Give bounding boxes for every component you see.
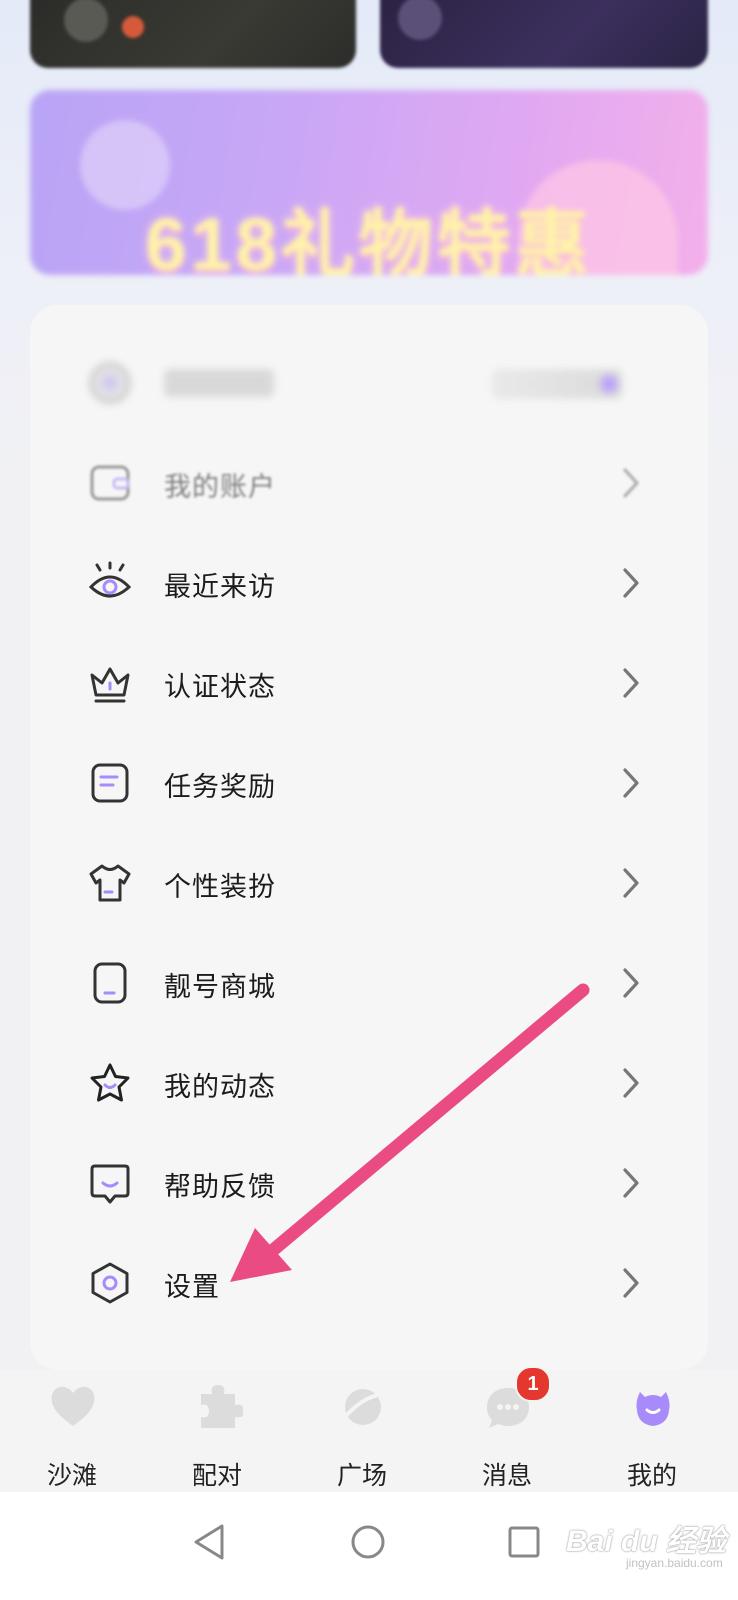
menu-item-label: 最近来访 bbox=[164, 572, 276, 603]
menu-item-help-feedback[interactable]: 帮助反馈 bbox=[30, 1133, 708, 1233]
wallet-icon bbox=[90, 465, 130, 501]
back-icon[interactable] bbox=[182, 1512, 242, 1572]
menu-item-label: 帮助反馈 bbox=[164, 1172, 276, 1203]
chevron-right-icon bbox=[623, 768, 639, 798]
menu-item-task-rewards[interactable]: 任务奖励 bbox=[30, 733, 708, 833]
home-icon[interactable] bbox=[338, 1512, 398, 1572]
menu-item-account[interactable]: 我的账户 bbox=[30, 433, 708, 533]
tab-me[interactable]: 我的 bbox=[592, 1370, 712, 1492]
menu-item-premium-id-store[interactable]: 靓号商城 bbox=[30, 933, 708, 1033]
tab-label: 沙滩 bbox=[46, 1461, 97, 1490]
planet-icon bbox=[342, 1389, 386, 1425]
menu-item-label: 认证状态 bbox=[164, 672, 276, 703]
recents-icon[interactable] bbox=[494, 1512, 554, 1572]
unread-badge: 1 bbox=[515, 1366, 551, 1402]
task-list-icon bbox=[91, 763, 129, 803]
phone-icon bbox=[93, 962, 127, 1004]
chevron-right-icon bbox=[623, 468, 639, 498]
hexagon-settings-icon bbox=[91, 1262, 129, 1304]
top-cards bbox=[0, 0, 738, 80]
menu-item-recent-visitors[interactable]: 最近来访 bbox=[30, 533, 708, 633]
menu-row-blurred[interactable] bbox=[30, 333, 708, 433]
profile-icon bbox=[636, 1392, 670, 1426]
tshirt-icon bbox=[89, 864, 131, 902]
menu-item-verification[interactable]: 认证状态 bbox=[30, 633, 708, 733]
top-card-left[interactable] bbox=[30, 0, 356, 68]
menu-item-label: 个性装扮 bbox=[164, 872, 276, 903]
crown-icon bbox=[90, 667, 130, 703]
chevron-right-icon bbox=[623, 1168, 639, 1198]
menu-item-label: 任务奖励 bbox=[164, 772, 276, 803]
baidu-watermark: Bai du 经验 jingyan.baidu.com bbox=[556, 1486, 736, 1576]
puzzle-icon bbox=[201, 1385, 243, 1428]
tab-square[interactable]: 广场 bbox=[302, 1370, 422, 1492]
menu-item-dress-up[interactable]: 个性装扮 bbox=[30, 833, 708, 933]
chevron-right-icon bbox=[623, 868, 639, 898]
menu-item-label: 我的动态 bbox=[164, 1072, 276, 1103]
bottom-tab-bar: 沙滩 配对 广场 1 消息 我的 bbox=[0, 1366, 738, 1492]
menu-card: 我的账户 最近来访 认证状态 任务奖励 个性装扮 靓号商城 我的动态 帮助反馈 … bbox=[30, 305, 708, 1370]
promo-banner[interactable]: 618礼物特惠 bbox=[30, 90, 708, 275]
blurred-extra bbox=[492, 369, 622, 399]
top-card-right[interactable] bbox=[380, 0, 708, 68]
menu-item-settings[interactable]: 设置 bbox=[30, 1233, 708, 1333]
tab-label: 配对 bbox=[191, 1461, 242, 1490]
tab-messages[interactable]: 1 消息 bbox=[447, 1366, 567, 1492]
chat-smile-icon bbox=[90, 1164, 130, 1204]
chevron-right-icon bbox=[623, 568, 639, 598]
menu-item-my-posts[interactable]: 我的动态 bbox=[30, 1033, 708, 1133]
eye-icon bbox=[88, 561, 132, 598]
tab-label: 广场 bbox=[336, 1461, 387, 1490]
menu-item-label: 靓号商城 bbox=[164, 972, 276, 1003]
watermark-url: jingyan.baidu.com bbox=[626, 1556, 723, 1570]
tab-label: 消息 bbox=[481, 1461, 532, 1490]
blurred-label bbox=[164, 369, 274, 397]
star-icon bbox=[90, 1063, 130, 1102]
heart-icon bbox=[51, 1386, 95, 1426]
tab-match[interactable]: 配对 bbox=[157, 1370, 277, 1492]
menu-item-label: 设置 bbox=[164, 1272, 220, 1303]
badge-icon bbox=[89, 362, 131, 404]
chevron-right-icon bbox=[623, 968, 639, 998]
watermark-text: Bai du 经验 bbox=[566, 1525, 727, 1558]
chevron-right-icon bbox=[623, 1268, 639, 1298]
tab-beach[interactable]: 沙滩 bbox=[12, 1370, 132, 1492]
chevron-right-icon bbox=[623, 668, 639, 698]
menu-item-label: 我的账户 bbox=[164, 472, 276, 503]
banner-title: 618礼物特惠 bbox=[145, 203, 593, 275]
chevron-right-icon bbox=[623, 1068, 639, 1098]
